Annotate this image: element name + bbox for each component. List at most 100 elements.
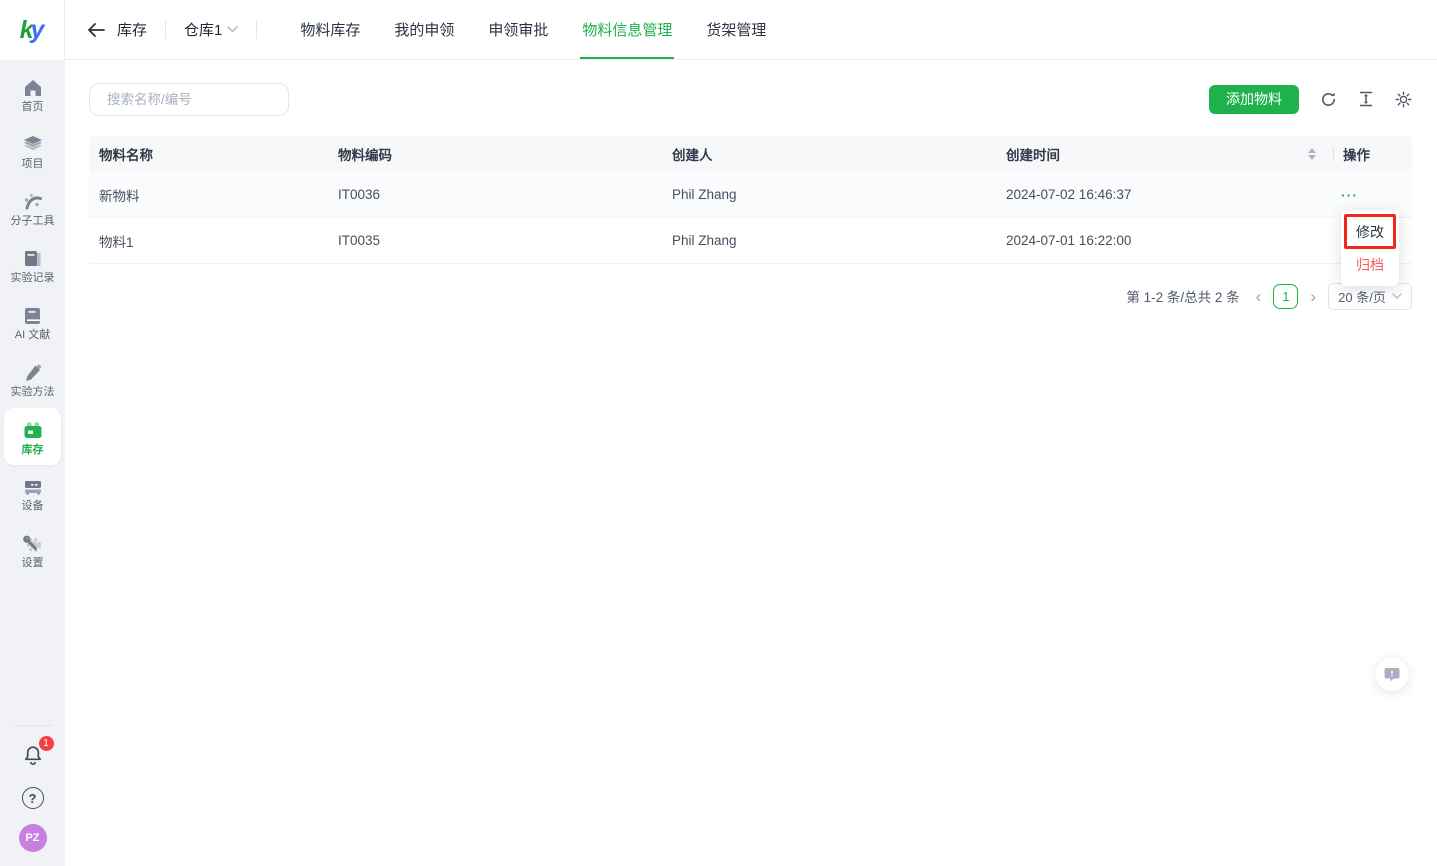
sidebar-item-projects[interactable]: 项目	[0, 123, 65, 180]
gear-icon	[1395, 91, 1412, 108]
column-header-code: 物料编码	[328, 136, 662, 172]
topbar-divider	[165, 21, 166, 39]
sidebar-item-experiment-methods[interactable]: 实验方法	[0, 351, 65, 408]
sidebar-item-molecule-tools[interactable]: 分子工具	[0, 180, 65, 237]
row-height-button[interactable]	[1358, 91, 1374, 107]
help-button[interactable]: ?	[22, 787, 44, 809]
cell-creator: Phil Zhang	[662, 218, 996, 263]
refresh-button[interactable]	[1320, 91, 1337, 108]
sidebar-item-ai-literature[interactable]: AI 文献	[0, 294, 65, 351]
sidebar-item-label: 库存	[22, 445, 44, 456]
pagination: 第 1-2 条/总共 2 条 ‹ 1 › 20 条/页	[1126, 283, 1412, 309]
chat-icon	[1383, 666, 1401, 683]
table-toolbar: 添加物料	[89, 82, 1412, 116]
tab-material-info-management[interactable]: 物料信息管理	[565, 0, 689, 59]
row-actions-ellipsis[interactable]: ···	[1341, 188, 1358, 202]
layers-icon	[22, 134, 44, 156]
column-header-label: 创建人	[672, 144, 713, 164]
refresh-icon	[1320, 91, 1337, 108]
feedback-button[interactable]	[1374, 656, 1410, 692]
table-header-row: 物料名称 物料编码 创建人 创建时间 操作	[89, 136, 1412, 172]
sidebar-bottom: 1 ? PZ	[0, 725, 65, 866]
materials-table: 物料名称 物料编码 创建人 创建时间 操作 新物料 IT0036 Phil Zh…	[89, 136, 1412, 264]
wrench-gear-icon	[22, 533, 44, 555]
sidebar: k y 首页 项目 分子工具 实验记录 AI 文献	[0, 0, 65, 866]
back-arrow-icon	[87, 22, 105, 38]
page-1-button[interactable]: 1	[1273, 284, 1298, 309]
sidebar-nav: 首页 项目 分子工具 实验记录 AI 文献 实验方法	[0, 60, 65, 579]
module-tabs: 物料库存 我的申领 申领审批 物料信息管理 货架管理	[283, 0, 783, 59]
tab-material-stock[interactable]: 物料库存	[283, 0, 377, 59]
pagination-summary: 第 1-2 条/总共 2 条	[1126, 286, 1239, 306]
logo-letter-y: y	[31, 16, 45, 45]
cell-code: IT0036	[328, 172, 662, 217]
molecule-icon	[22, 191, 44, 213]
cell-name: 物料1	[89, 218, 328, 263]
tab-shelf-management[interactable]: 货架管理	[689, 0, 783, 59]
notification-badge: 1	[39, 736, 54, 751]
user-avatar[interactable]: PZ	[19, 824, 47, 852]
cell-created-at: 2024-07-02 16:46:37	[996, 172, 1323, 217]
inventory-icon	[21, 418, 45, 442]
sidebar-item-equipment[interactable]: 设备	[0, 465, 65, 522]
page-size-label: 20 条/页	[1338, 287, 1386, 306]
warehouse-selector-label: 仓库1	[184, 19, 222, 40]
warehouse-selector[interactable]: 仓库1	[184, 19, 238, 40]
sort-desc-icon	[1308, 155, 1316, 160]
tab-label: 申领审批	[488, 19, 548, 40]
column-header-label: 物料编码	[338, 144, 392, 164]
topbar-divider	[256, 21, 257, 39]
sidebar-item-label: 分子工具	[11, 216, 55, 227]
sidebar-item-label: 设置	[22, 558, 44, 569]
sidebar-item-settings[interactable]: 设置	[0, 522, 65, 579]
chevron-down-icon	[1392, 293, 1402, 299]
sidebar-item-experiment-records[interactable]: 实验记录	[0, 237, 65, 294]
tab-requisition-approval[interactable]: 申领审批	[471, 0, 565, 59]
table-row[interactable]: 新物料 IT0036 Phil Zhang 2024-07-02 16:46:3…	[89, 172, 1412, 218]
sidebar-item-inventory[interactable]: 库存	[4, 408, 61, 465]
page-size-select[interactable]: 20 条/页	[1328, 283, 1412, 310]
sidebar-item-home[interactable]: 首页	[0, 66, 65, 123]
search-box[interactable]	[89, 83, 289, 116]
back-button[interactable]	[87, 22, 105, 38]
column-header-creator: 创建人	[662, 136, 996, 172]
annotation-highlight-box: 修改	[1344, 214, 1396, 249]
sidebar-item-label: AI 文献	[15, 330, 50, 341]
cell-name: 新物料	[89, 172, 328, 217]
next-page-button[interactable]: ›	[1308, 288, 1318, 305]
table-row[interactable]: 物料1 IT0035 Phil Zhang 2024-07-01 16:22:0…	[89, 218, 1412, 264]
app-logo[interactable]: k y	[0, 0, 65, 60]
topbar: 库存 仓库1 物料库存 我的申领 申领审批 物料信息管理 货架管理	[65, 0, 1437, 60]
menu-item-edit[interactable]: 修改	[1347, 217, 1393, 246]
column-header-label: 操作	[1343, 144, 1370, 164]
page-title: 库存	[117, 19, 147, 40]
cell-creator: Phil Zhang	[662, 172, 996, 217]
toolbar-actions: 添加物料	[1209, 85, 1412, 114]
cell-code: IT0035	[328, 218, 662, 263]
server-icon	[22, 476, 44, 498]
column-header-name: 物料名称	[89, 136, 328, 172]
sidebar-item-label: 设备	[22, 501, 44, 512]
menu-item-archive[interactable]: 归档	[1341, 249, 1399, 280]
tab-label: 物料库存	[300, 19, 360, 40]
question-icon: ?	[29, 791, 37, 806]
cell-created-at: 2024-07-01 16:22:00	[996, 218, 1323, 263]
prev-page-button[interactable]: ‹	[1254, 288, 1264, 305]
sidebar-item-label: 实验方法	[11, 387, 55, 398]
tab-label: 物料信息管理	[582, 19, 672, 40]
pen-icon	[22, 362, 44, 384]
app-root: k y 首页 项目 分子工具 实验记录 AI 文献	[0, 0, 1437, 866]
sidebar-divider	[14, 725, 52, 726]
column-header-created-at: 创建时间	[996, 136, 1323, 172]
sort-control[interactable]	[1308, 148, 1316, 160]
table-settings-button[interactable]	[1395, 91, 1412, 108]
tab-label: 货架管理	[706, 19, 766, 40]
notifications-button[interactable]: 1	[21, 743, 45, 772]
row-height-icon	[1358, 91, 1374, 107]
sort-asc-icon	[1308, 148, 1316, 153]
book-icon	[22, 305, 44, 327]
add-material-button[interactable]: 添加物料	[1209, 85, 1299, 114]
search-input[interactable]	[107, 92, 284, 107]
tab-my-requisitions[interactable]: 我的申领	[377, 0, 471, 59]
chevron-down-icon	[227, 26, 238, 33]
